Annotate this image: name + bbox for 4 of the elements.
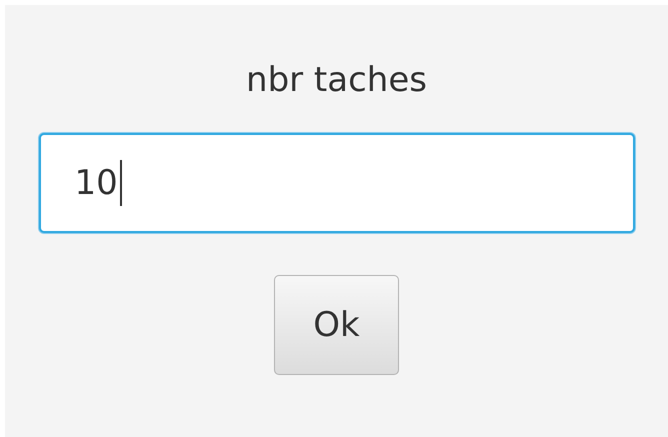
dialog-title: nbr taches <box>246 59 427 102</box>
input-field[interactable]: 10 <box>38 133 634 233</box>
ok-button[interactable]: Ok <box>274 275 399 375</box>
text-cursor <box>120 160 122 206</box>
